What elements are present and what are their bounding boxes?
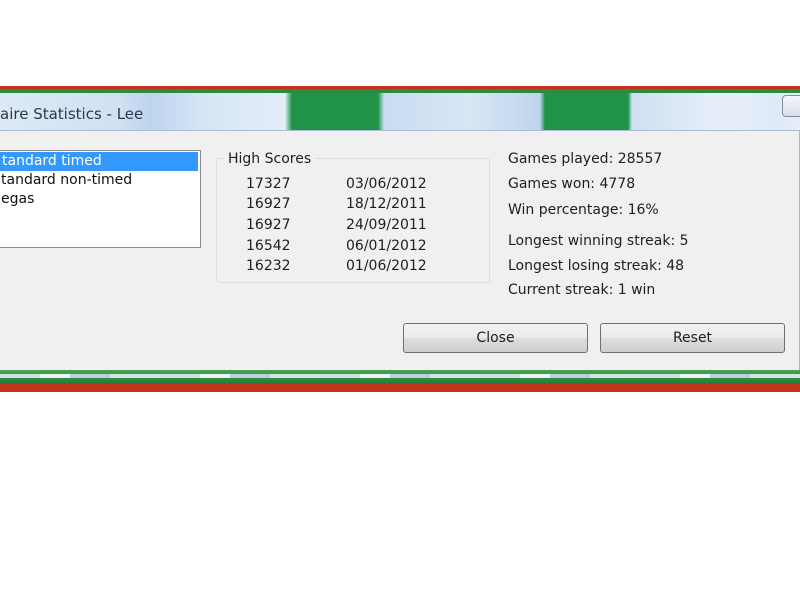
longest-winning-streak-stat: Longest winning streak: 5 (508, 233, 689, 249)
score-value: 16542 (246, 238, 291, 254)
score-date: 24/09/2011 (346, 217, 427, 233)
score-row: 16542 06/01/2012 (246, 236, 446, 256)
games-won-stat: Games won: 4778 (508, 176, 636, 192)
screen: aire Statistics - Lee tandard timed tand… (0, 0, 800, 600)
game-type-list[interactable]: tandard timed tandard non-timed egas (0, 150, 201, 248)
longest-losing-streak-stat: Longest losing streak: 48 (508, 258, 685, 274)
window-title: aire Statistics - Lee (0, 105, 144, 123)
list-item-standard-timed[interactable]: tandard timed (0, 152, 198, 171)
reset-button[interactable]: Reset (600, 323, 785, 353)
current-streak-stat: Current streak: 1 win (508, 282, 656, 298)
titlebar-button[interactable] (782, 95, 800, 117)
score-value: 16927 (246, 196, 291, 212)
score-value: 16927 (246, 217, 291, 233)
score-value: 16232 (246, 258, 291, 274)
score-row: 16927 24/09/2011 (246, 215, 446, 235)
close-button[interactable]: Close (403, 323, 588, 353)
list-item-vegas[interactable]: egas (0, 190, 200, 209)
score-date: 06/01/2012 (346, 238, 427, 254)
high-scores-title: High Scores (224, 150, 316, 168)
score-row: 16927 18/12/2011 (246, 194, 446, 214)
score-row: 17327 03/06/2012 (246, 174, 446, 194)
score-value: 17327 (246, 176, 291, 192)
games-played-stat: Games played: 28557 (508, 151, 663, 167)
background-band-bottom (0, 370, 800, 384)
score-date: 03/06/2012 (346, 176, 427, 192)
win-percentage-stat: Win percentage: 16% (508, 202, 659, 218)
list-item-standard-non-timed[interactable]: tandard non-timed (0, 171, 200, 190)
score-date: 18/12/2011 (346, 196, 427, 212)
score-row: 16232 01/06/2012 (246, 256, 446, 276)
score-date: 01/06/2012 (346, 258, 427, 274)
